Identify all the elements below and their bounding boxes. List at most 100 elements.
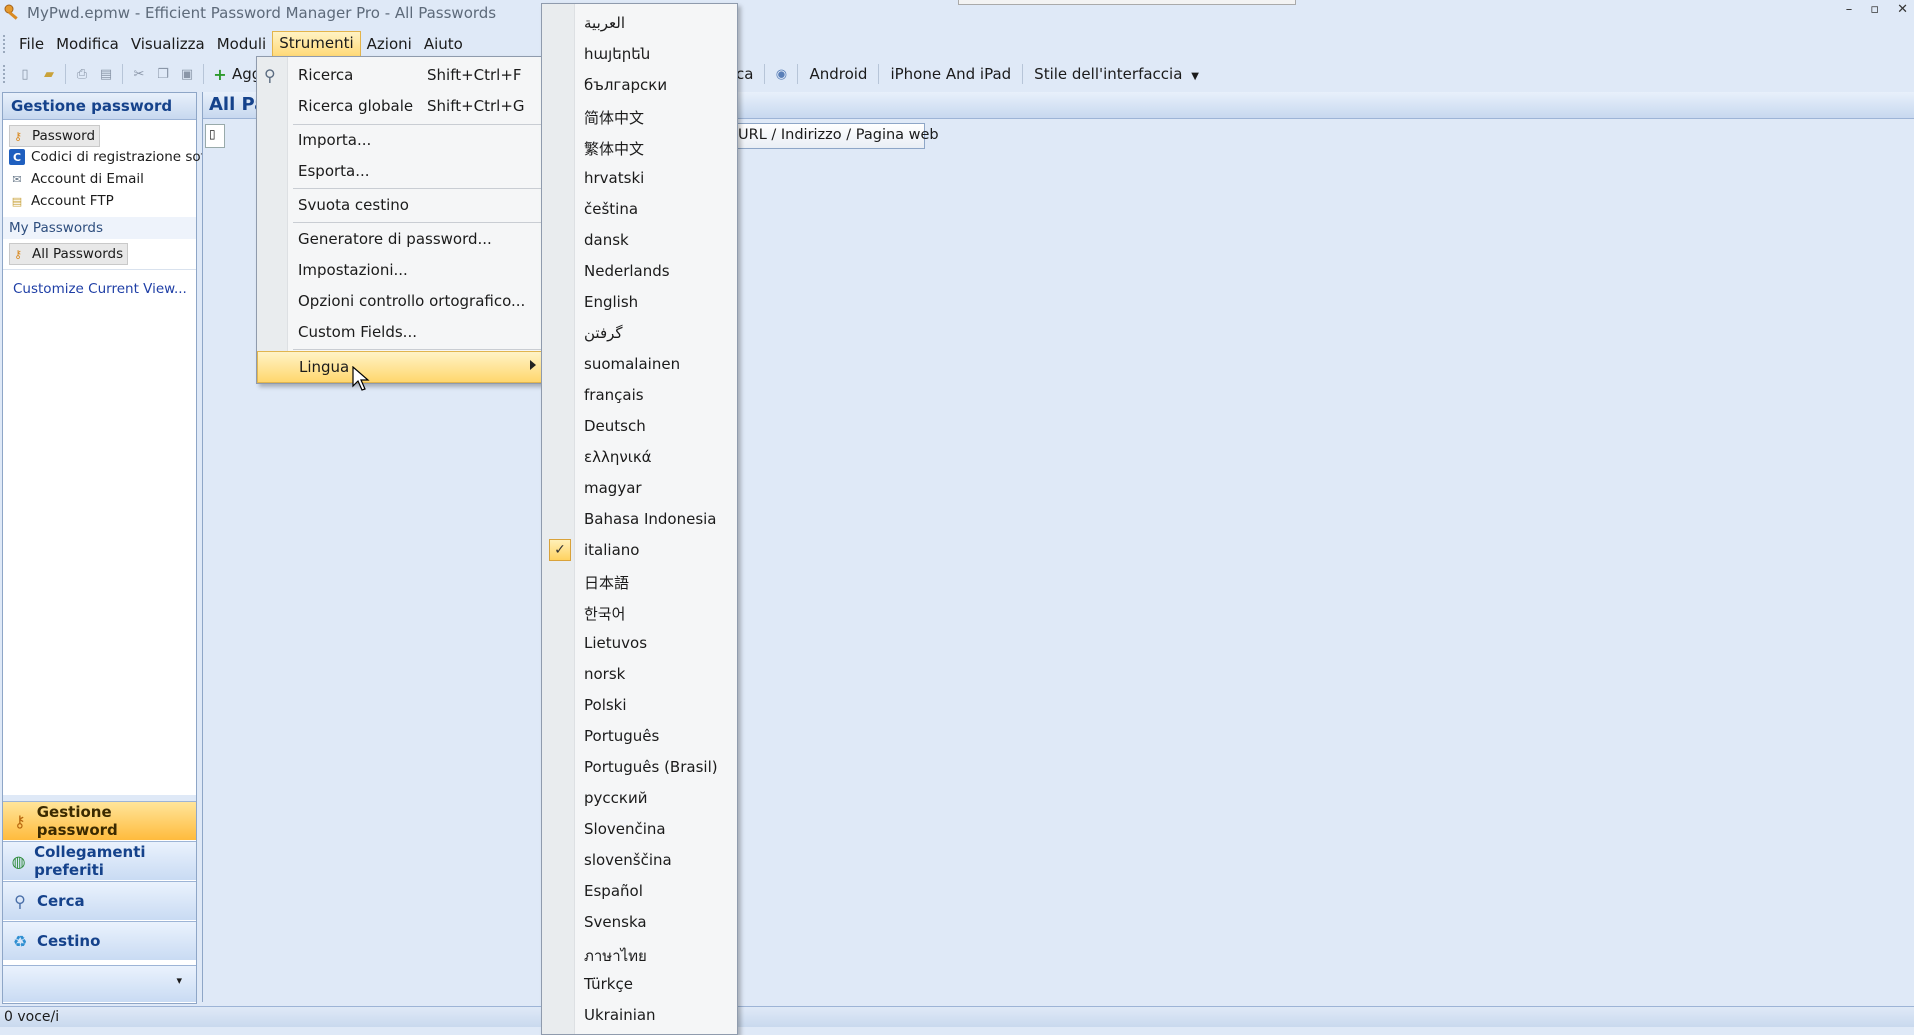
language-label: suomalainen — [584, 355, 681, 373]
language-item[interactable]: Polski — [542, 690, 737, 721]
language-item[interactable]: Svenska — [542, 907, 737, 938]
tree-item-ftp[interactable]: ▤ Account FTP — [9, 191, 114, 211]
nav-footer[interactable]: ▾ — [3, 965, 196, 1002]
menu-modifica[interactable]: Modifica — [50, 32, 125, 56]
menu-visualizza[interactable]: Visualizza — [125, 32, 211, 56]
language-item[interactable]: English — [542, 287, 737, 318]
language-label: čeština — [584, 200, 639, 218]
interface-style-dropdown[interactable]: Stile dell'interfaccia ▼ — [1027, 62, 1206, 86]
nav-collegamenti[interactable]: ◍ Collegamenti preferiti — [3, 841, 196, 880]
language-item[interactable]: العربية — [542, 8, 737, 39]
print-icon[interactable]: ⎙ — [73, 65, 91, 83]
nav-cestino[interactable]: ♻ Cestino — [3, 921, 196, 960]
toolbar-grip[interactable] — [3, 65, 9, 83]
document-icon: ▯ — [209, 127, 216, 141]
language-item[interactable]: Nederlands — [542, 256, 737, 287]
language-item[interactable]: 한국어 — [542, 597, 737, 628]
menu-moduli[interactable]: Moduli — [211, 32, 272, 56]
tree-item-all-passwords[interactable]: ⚷ All Passwords — [9, 243, 129, 265]
nav-gestione-password[interactable]: ⚷ Gestione password — [3, 801, 196, 840]
language-label: Português (Brasil) — [584, 758, 718, 776]
menu-item-ortografico[interactable]: Opzioni controllo ortografico... — [257, 286, 543, 316]
language-label: հայերեն — [584, 45, 651, 63]
language-item[interactable]: Bahasa Indonesia — [542, 504, 737, 535]
menu-item-ricerca[interactable]: ⚲ Ricerca Shift+Ctrl+F — [257, 60, 543, 90]
language-item[interactable]: suomalainen — [542, 349, 737, 380]
menu-item-label: Ricerca — [298, 66, 354, 84]
language-item[interactable]: български — [542, 70, 737, 101]
open-folder-icon[interactable]: ▰ — [40, 65, 58, 83]
language-item[interactable]: Português (Brasil) — [542, 752, 737, 783]
language-item[interactable]: հայերեն — [542, 39, 737, 70]
language-item[interactable]: Slovenčina — [542, 814, 737, 845]
iphone-ipad-button[interactable]: iPhone And iPad — [883, 62, 1018, 86]
menu-item-generatore[interactable]: Generatore di password... — [257, 224, 543, 254]
menu-item-lingua[interactable]: Lingua — [257, 351, 543, 383]
menu-strumenti[interactable]: Strumenti — [272, 31, 361, 57]
menu-item-importa[interactable]: Importa... — [257, 125, 543, 155]
tree-item-password[interactable]: ⚷ Password — [9, 125, 101, 147]
language-item[interactable]: čeština — [542, 194, 737, 225]
language-item[interactable]: ελληνικά — [542, 442, 737, 473]
language-item[interactable]: magyar — [542, 473, 737, 504]
language-item[interactable]: ภาษาไทย — [542, 938, 737, 969]
paste-icon[interactable]: ▣ — [178, 65, 196, 83]
language-item[interactable]: Español — [542, 876, 737, 907]
help-icon[interactable]: ◉ — [772, 65, 790, 83]
group-header[interactable]: My Passwords — [3, 217, 196, 239]
language-item[interactable]: norsk — [542, 659, 737, 690]
language-label: Ukrainian — [584, 1006, 656, 1024]
customize-view-link[interactable]: Customize Current View... — [13, 281, 187, 297]
toolbar-separator — [65, 64, 66, 84]
background-window-edge — [958, 0, 1296, 5]
cut-icon[interactable]: ✂ — [130, 65, 148, 83]
menu-azioni[interactable]: Azioni — [361, 32, 418, 56]
nav-cerca[interactable]: ⚲ Cerca — [3, 881, 196, 920]
language-item[interactable]: 简体中文 — [542, 101, 737, 132]
language-item[interactable]: Português — [542, 721, 737, 752]
language-item[interactable]: hrvatski — [542, 163, 737, 194]
column-header-url[interactable]: URL / Indirizzo / Pagina web — [733, 123, 939, 149]
language-label: 简体中文 — [584, 109, 645, 127]
menu-item-esporta[interactable]: Esporta... — [257, 156, 543, 186]
tree-item-email[interactable]: ✉ Account di Email — [9, 169, 143, 189]
minimize-button[interactable]: – — [1846, 2, 1853, 17]
language-item[interactable]: slovenščina — [542, 845, 737, 876]
add-icon[interactable]: + — [211, 65, 229, 84]
language-item[interactable]: ✓ italiano — [542, 535, 737, 566]
language-item[interactable]: 繁体中文 — [542, 132, 737, 163]
language-item[interactable]: Ukrainian — [542, 1000, 737, 1031]
toolbar-separator — [122, 64, 123, 84]
language-item[interactable]: 日本語 — [542, 566, 737, 597]
left-panel: Gestione password ⚷ Password C Codici di… — [2, 92, 210, 1004]
menu-item-label: Lingua — [299, 358, 350, 376]
column-header-icon[interactable]: ▯ — [205, 124, 225, 148]
menu-item-impostazioni[interactable]: Impostazioni... — [257, 255, 543, 285]
print-preview-icon[interactable]: ▤ — [97, 65, 115, 83]
new-file-icon[interactable]: ▯ — [16, 65, 34, 83]
language-label: norsk — [584, 665, 626, 683]
language-item[interactable]: Deutsch — [542, 411, 737, 442]
language-menu: العربية հայերեն български 简体中文繁体中文 hrvatski č… — [541, 3, 738, 1035]
divider — [3, 269, 196, 270]
close-button[interactable]: ✕ — [1897, 2, 1908, 17]
menu-item-ricerca-globale[interactable]: Ricerca globale Shift+Ctrl+G — [257, 91, 543, 121]
language-item[interactable]: русский — [542, 783, 737, 814]
language-item[interactable]: Lietuvos — [542, 628, 737, 659]
menu-item-svuota-cestino[interactable]: Svuota cestino — [257, 190, 543, 220]
language-item[interactable]: Türkçe — [542, 969, 737, 1000]
language-item[interactable]: dansk — [542, 225, 737, 256]
menu-file[interactable]: File — [13, 32, 50, 56]
menu-item-custom-fields[interactable]: Custom Fields... — [257, 317, 543, 347]
maximize-button[interactable]: ▫ — [1870, 2, 1879, 17]
language-label: Slovenčina — [584, 820, 666, 838]
configure-buttons-icon[interactable]: ▾ — [176, 974, 182, 987]
toolbar-partial-button[interactable]: ca — [736, 62, 760, 86]
copy-icon[interactable]: ❐ — [154, 65, 172, 83]
tree-item-codici[interactable]: C Codici di registrazione soft — [9, 147, 210, 167]
menu-grip[interactable] — [3, 35, 9, 53]
language-item[interactable]: français — [542, 380, 737, 411]
language-item[interactable]: گرفتن — [542, 318, 737, 349]
android-button[interactable]: Android — [802, 62, 874, 86]
menu-aiuto[interactable]: Aiuto — [418, 32, 469, 56]
